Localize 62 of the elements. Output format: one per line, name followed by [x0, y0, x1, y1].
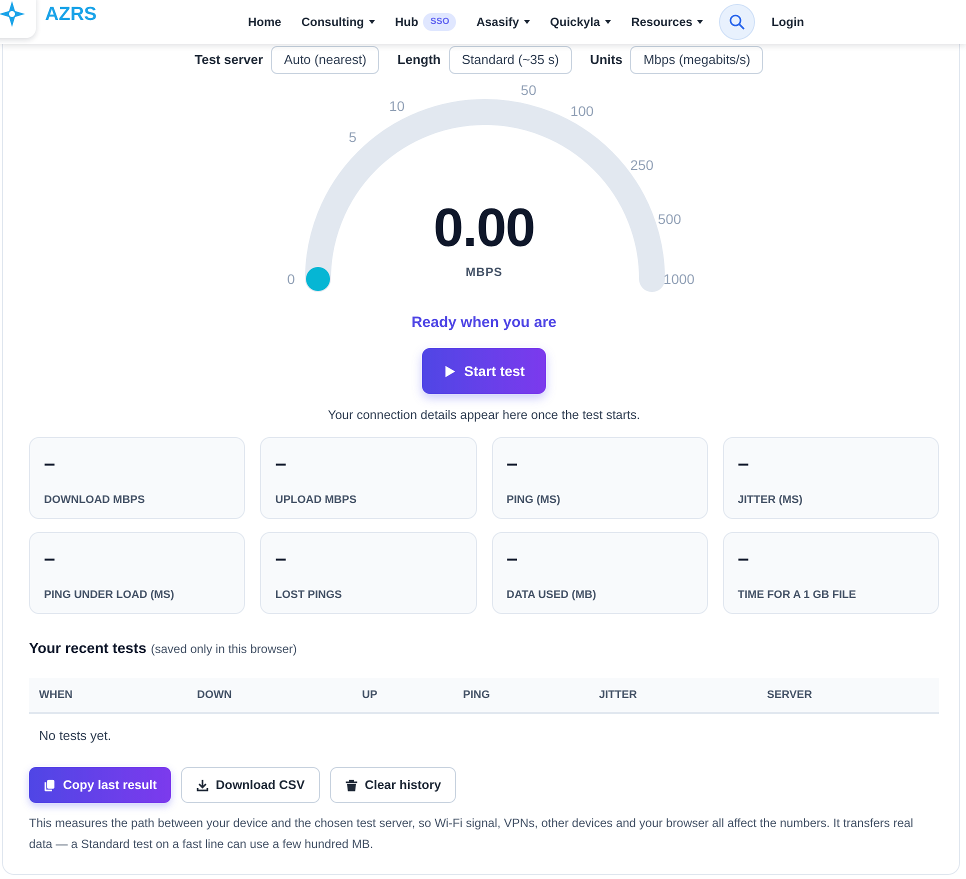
column-header: WHEN	[29, 678, 187, 713]
download-icon	[196, 778, 209, 792]
action-button[interactable]: Copy last result	[29, 767, 171, 803]
stat-label: TIME FOR A 1 GB FILE	[738, 588, 856, 603]
sso-badge: SSO	[423, 13, 456, 31]
nav-link[interactable]: Resources	[621, 13, 714, 31]
gauge-tick-label: 500	[658, 211, 682, 228]
column-header: JITTER	[589, 678, 757, 713]
stat-value: –	[506, 549, 518, 569]
start-button[interactable]: Start test	[422, 348, 546, 394]
stat-value: –	[738, 454, 749, 474]
gauge-tick-label: 50	[520, 82, 536, 98]
gauge-tick-label: 10	[389, 98, 405, 114]
stat-value: –	[506, 454, 518, 474]
nav-link[interactable]: Hub SSO	[385, 13, 466, 31]
setting-label: Length	[397, 51, 441, 69]
setting-label: Units	[590, 51, 622, 69]
select-field[interactable]: Standard (~35 s)	[448, 46, 572, 74]
nav-link[interactable]: Asasify	[466, 13, 540, 31]
nav-link[interactable]: Quickyla	[540, 13, 622, 31]
gauge-tick-label: 100	[570, 103, 594, 119]
setting-label: Test server	[194, 51, 264, 69]
gauge-tick-label: 250	[630, 157, 654, 173]
stat-label: DATA USED (MB)	[506, 588, 596, 603]
speed-value: 0.00	[433, 201, 535, 255]
stat-label: LOST PINGS	[275, 588, 342, 603]
footnote-text: This measures the path between your device and the chosen test server, so Wi-Fi signal, VPNs, other devices and your browser all affect the numbers. It transfers real data — a Standard test on a fast line can use a few hundred MB.	[29, 815, 914, 853]
section-note: (saved only in this browser)	[150, 642, 297, 656]
nav-link[interactable]: Home	[238, 13, 292, 31]
action-button[interactable]: Clear history	[330, 767, 456, 803]
gauge-tick-label: 5	[348, 129, 357, 146]
speed-unit: MBPS	[466, 264, 502, 281]
stat-label: UPLOAD MBPS	[275, 493, 357, 508]
select-field[interactable]: Mbps (megabits/s)	[630, 46, 764, 74]
stat-label: PING UNDER LOAD (MS)	[44, 588, 174, 603]
column-header: SERVER	[757, 678, 939, 713]
section-title: Your recent tests	[29, 641, 146, 657]
gauge-tick-label: 1000	[663, 271, 695, 287]
column-header: PING	[453, 678, 589, 713]
column-header: DOWN	[187, 678, 352, 713]
play-icon	[443, 364, 456, 378]
login-link[interactable]: Login	[761, 13, 814, 31]
stat-value: –	[275, 549, 286, 569]
copy-icon	[43, 778, 56, 792]
empty-message: No tests yet.	[29, 713, 939, 758]
stat-label: JITTER (MS)	[738, 493, 803, 508]
nav-link[interactable]: Consulting	[291, 13, 385, 31]
column-header: UP	[352, 678, 453, 713]
hint-text: Your connection details appear here once the test starts.	[328, 408, 640, 422]
search-button[interactable]	[719, 4, 756, 40]
stat-value: –	[44, 549, 56, 569]
gauge-tick-label: 0	[287, 271, 295, 287]
stat-label: PING (MS)	[506, 493, 560, 508]
search-icon	[729, 14, 746, 30]
trash-icon	[344, 778, 358, 792]
select-field[interactable]: Auto (nearest)	[271, 46, 380, 74]
action-button[interactable]: Download CSV	[180, 767, 320, 803]
stat-value: –	[275, 454, 286, 474]
status-text: Ready when you are	[411, 314, 557, 331]
stat-label: DOWNLOAD MBPS	[44, 493, 145, 508]
stat-value: –	[44, 454, 56, 474]
stat-value: –	[738, 549, 749, 569]
